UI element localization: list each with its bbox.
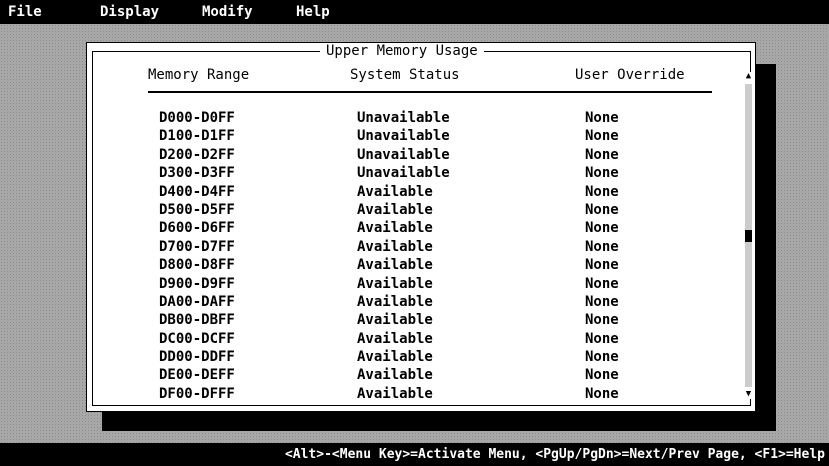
memory-range-cell: DE00-DEFF: [159, 367, 235, 384]
user-override-cell[interactable]: None: [585, 311, 619, 329]
system-status-cell: Available: [357, 275, 433, 292]
scroll-down-arrow-icon[interactable]: ▼: [745, 390, 752, 399]
dialog-frame: Upper Memory Usage Memory Range System S…: [92, 43, 752, 406]
system-status-cell: Available: [357, 367, 433, 384]
memory-range-cell: D200-D2FF: [159, 146, 235, 163]
memory-range-cell: D500-D5FF: [159, 201, 235, 218]
menu-file[interactable]: File: [8, 4, 42, 20]
system-status-cell: Unavailable: [357, 165, 450, 182]
memory-range-cell: D100-D1FF: [159, 128, 235, 145]
user-override-cell[interactable]: None: [585, 183, 619, 201]
system-status-cell: Available: [357, 293, 433, 310]
user-override-cell[interactable]: None: [585, 127, 619, 145]
table-row[interactable]: D700-D7FF Available None: [93, 238, 733, 256]
scrollbar-track[interactable]: [745, 84, 752, 387]
table-row[interactable]: DF00-DFFF Available None: [93, 385, 733, 403]
user-override-cell[interactable]: None: [585, 348, 619, 366]
user-override-cell[interactable]: None: [585, 293, 619, 311]
table-row[interactable]: D200-D2FF Unavailable None: [93, 146, 733, 164]
user-override-cell[interactable]: None: [585, 330, 619, 348]
system-status-cell: Available: [357, 201, 433, 218]
dialog-title: Upper Memory Usage: [320, 43, 484, 59]
user-override-cell[interactable]: None: [585, 164, 619, 182]
system-status-cell: Unavailable: [357, 128, 450, 145]
table-row[interactable]: DA00-DAFF Available None: [93, 293, 733, 311]
upper-memory-dialog: Upper Memory Usage Memory Range System S…: [86, 42, 756, 412]
memory-range-cell: D800-D8FF: [159, 257, 235, 274]
menu-help[interactable]: Help: [296, 4, 330, 20]
menu-modify[interactable]: Modify: [202, 4, 253, 20]
user-override-cell[interactable]: None: [585, 201, 619, 219]
user-override-cell[interactable]: None: [585, 275, 619, 293]
memory-range-cell: D400-D4FF: [159, 183, 235, 200]
menu-bar: File Display Modify Help: [0, 0, 829, 24]
memory-range-cell: DF00-DFFF: [159, 385, 235, 402]
user-override-cell[interactable]: None: [585, 256, 619, 274]
memory-range-cell: D700-D7FF: [159, 238, 235, 255]
system-status-cell: Available: [357, 312, 433, 329]
table-row[interactable]: D000-D0FF Unavailable None: [93, 109, 733, 127]
user-override-cell[interactable]: None: [585, 366, 619, 384]
user-override-cell[interactable]: None: [585, 146, 619, 164]
system-status-cell: Available: [357, 238, 433, 255]
table-row[interactable]: D800-D8FF Available None: [93, 256, 733, 274]
scroll-up-arrow-icon[interactable]: ▲: [745, 72, 752, 81]
user-override-cell[interactable]: None: [585, 385, 619, 403]
header-divider: [148, 91, 712, 93]
table-row[interactable]: D900-D9FF Available None: [93, 275, 733, 293]
memory-range-cell: D300-D3FF: [159, 165, 235, 182]
memory-range-cell: DA00-DAFF: [159, 293, 235, 310]
menu-display[interactable]: Display: [100, 4, 159, 20]
vertical-scrollbar[interactable]: ▲ ▼: [745, 72, 752, 399]
table-row[interactable]: D300-D3FF Unavailable None: [93, 164, 733, 182]
user-override-cell[interactable]: None: [585, 219, 619, 237]
memory-range-cell: DD00-DDFF: [159, 349, 235, 366]
memory-range-cell: D600-D6FF: [159, 220, 235, 237]
user-override-cell[interactable]: None: [585, 238, 619, 256]
table-row[interactable]: DD00-DDFF Available None: [93, 348, 733, 366]
column-header-system-status: System Status: [350, 67, 460, 83]
memory-range-cell: DC00-DCFF: [159, 330, 235, 347]
system-status-cell: Available: [357, 385, 433, 402]
column-header-user-override: User Override: [575, 67, 685, 83]
table-row[interactable]: D500-D5FF Available None: [93, 201, 733, 219]
system-status-cell: Available: [357, 257, 433, 274]
memory-range-cell: D900-D9FF: [159, 275, 235, 292]
table-row[interactable]: D100-D1FF Unavailable None: [93, 127, 733, 145]
table-row[interactable]: D600-D6FF Available None: [93, 219, 733, 237]
memory-range-cell: D000-D0FF: [159, 110, 235, 126]
table-row[interactable]: DB00-DBFF Available None: [93, 311, 733, 329]
table-row[interactable]: DE00-DEFF Available None: [93, 366, 733, 384]
memory-table: D000-D0FF Unavailable None D100-D1FF Unavail…: [93, 109, 733, 403]
system-status-cell: Unavailable: [357, 146, 450, 163]
system-status-cell: Available: [357, 183, 433, 200]
system-status-cell: Available: [357, 330, 433, 347]
table-row[interactable]: D400-D4FF Available None: [93, 183, 733, 201]
user-override-cell[interactable]: None: [585, 109, 619, 127]
scrollbar-thumb[interactable]: [745, 230, 752, 242]
status-hint-text: <Alt>-<Menu Key>=Activate Menu, <PgUp/Pg…: [284, 447, 825, 462]
system-status-cell: Unavailable: [357, 110, 450, 126]
column-header-memory-range: Memory Range: [148, 67, 250, 83]
memory-range-cell: DB00-DBFF: [159, 312, 235, 329]
system-status-cell: Available: [357, 220, 433, 237]
table-row[interactable]: DC00-DCFF Available None: [93, 330, 733, 348]
system-status-cell: Available: [357, 349, 433, 366]
status-bar: <Alt>-<Menu Key>=Activate Menu, <PgUp/Pg…: [0, 443, 829, 466]
